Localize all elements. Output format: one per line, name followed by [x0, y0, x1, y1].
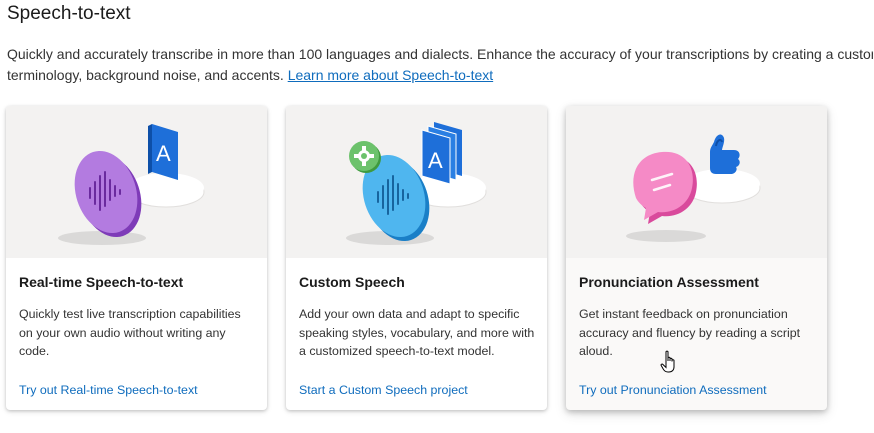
card-realtime-speech[interactable]: A Real-time Speech-to-text Quickly test … — [6, 106, 267, 410]
card-illustration: A — [6, 106, 267, 258]
description-line-2: terminology, background noise, and accen… — [7, 65, 873, 86]
card-pronunciation-assessment[interactable]: Pronunciation Assessment Get instant fee… — [566, 106, 827, 410]
svg-text:A: A — [428, 148, 443, 173]
stacked-letter-a-badges-icon: A — [421, 122, 462, 185]
description-line-1: Quickly and accurately transcribe in mor… — [7, 46, 873, 62]
card-description: Quickly test live transcription capabili… — [19, 307, 241, 358]
card-illustration: A — [286, 106, 547, 258]
card-title: Real-time Speech-to-text — [19, 274, 184, 290]
purple-voice-bubble-icon — [74, 150, 142, 238]
try-realtime-link[interactable]: Try out Real-time Speech-to-text — [19, 383, 198, 397]
card-title: Pronunciation Assessment — [579, 274, 759, 290]
learn-more-link[interactable]: Learn more about Speech-to-text — [288, 67, 493, 83]
thumbs-up-icon — [710, 134, 740, 174]
hand-pointer-cursor-icon — [660, 350, 675, 373]
description-line-2-text: terminology, background noise, and accen… — [7, 67, 288, 83]
start-custom-speech-link[interactable]: Start a Custom Speech project — [299, 383, 468, 397]
card-illustration — [566, 106, 827, 258]
section-description: Quickly and accurately transcribe in mor… — [7, 44, 873, 86]
svg-text:A: A — [156, 141, 171, 166]
try-pronunciation-link[interactable]: Try out Pronunciation Assessment — [579, 383, 767, 397]
gear-icon — [349, 141, 381, 173]
section-title: Speech-to-text — [7, 3, 131, 24]
card-description: Add your own data and adapt to specific … — [299, 307, 535, 358]
card-title: Custom Speech — [299, 274, 405, 290]
letter-a-badge-icon: A — [148, 124, 178, 180]
card-custom-speech[interactable]: A Custom Speech Add your own data and ad… — [286, 106, 547, 410]
pink-chat-bubble-icon — [633, 151, 697, 224]
card-description: Get instant feedback on pronunciation ac… — [579, 307, 801, 358]
